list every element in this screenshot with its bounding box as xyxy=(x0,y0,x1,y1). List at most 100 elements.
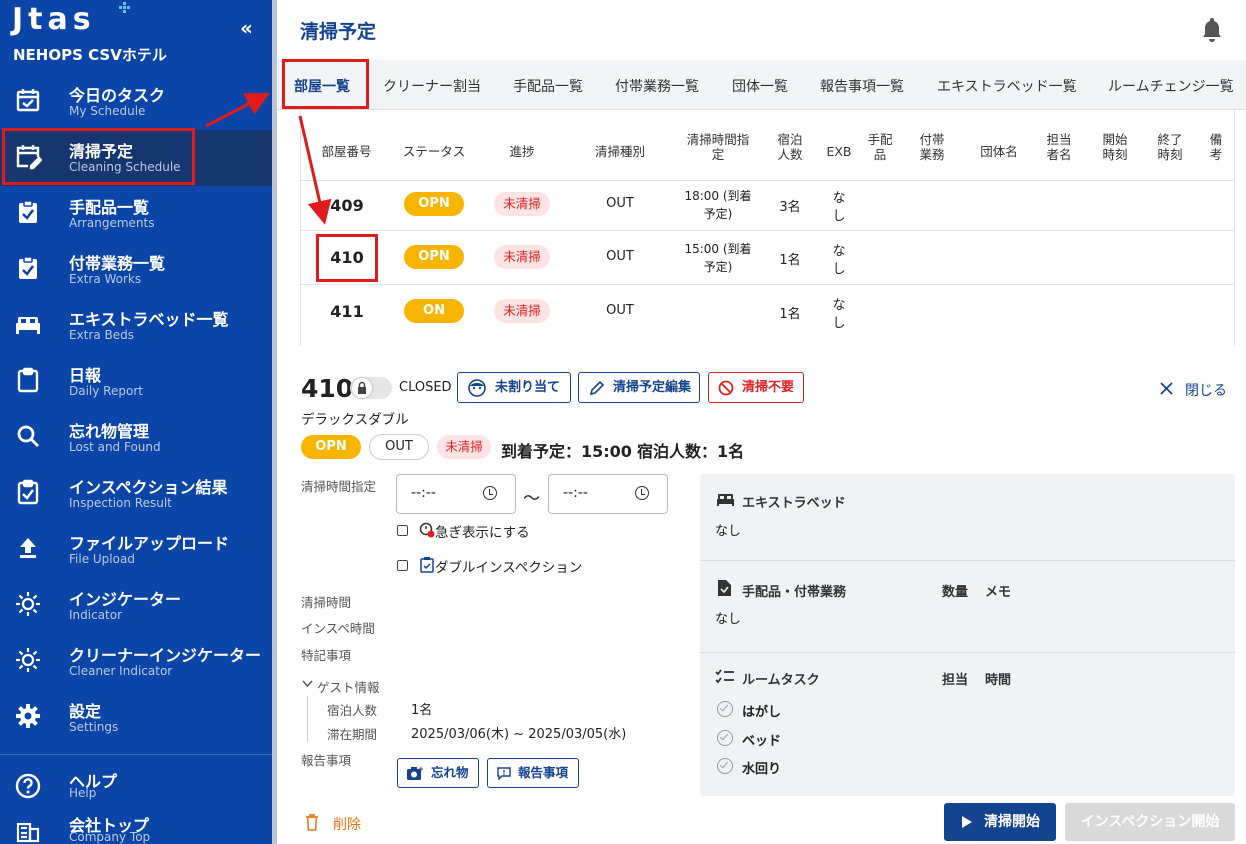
sidebar: Jtas NEHOPS CSVホテル « 今日のタスク My Schedule … xyxy=(0,0,272,844)
time-from-input[interactable]: --:-- xyxy=(396,474,516,514)
col-header: ステータス xyxy=(402,144,466,159)
time-to-input[interactable]: --:-- xyxy=(548,474,668,514)
collapse-sidebar-button[interactable]: « xyxy=(240,16,253,40)
sun-icon xyxy=(16,648,40,672)
tab-room-change[interactable]: ルームチェンジ一覧 xyxy=(1108,76,1234,96)
task-list-icon xyxy=(715,669,734,684)
table-row[interactable]: 411 ON 未清掃 OUT 1名 な し xyxy=(301,284,1234,338)
task-check-icon[interactable] xyxy=(717,701,733,717)
col-header: 清掃時間指定 xyxy=(686,132,750,162)
nav-inspection-result[interactable]: インスペクション結果 Inspection Result xyxy=(0,466,272,522)
tab-cleaner-assign[interactable]: クリーナー割当 xyxy=(383,76,481,96)
no-cleaning-label: 清掃不要 xyxy=(742,380,795,395)
clean-type: OUT xyxy=(606,196,634,211)
report-label: 報告事項 xyxy=(518,765,569,780)
table-row[interactable]: 409 OPN 未清掃 OUT 18:00 (到着 予定) 3名 な し xyxy=(301,180,1234,234)
task-assignee-header: 担当 xyxy=(942,673,969,688)
tab-reports[interactable]: 報告事項一覧 xyxy=(820,76,904,96)
building-icon xyxy=(16,822,40,843)
arrangements-title: 手配品・付帯業務 xyxy=(742,585,847,600)
guest-info-toggle[interactable]: ゲスト情報 xyxy=(317,677,380,696)
lock-toggle[interactable] xyxy=(350,377,392,399)
upload-icon xyxy=(20,538,36,558)
clipboard-check-icon xyxy=(19,256,37,279)
nav-indicator[interactable]: インジケーター Indicator xyxy=(0,578,272,634)
guest-count: 3名 xyxy=(779,200,801,215)
nav-label: 今日のタスク xyxy=(69,86,166,105)
lost-item-label: 忘れ物 xyxy=(431,765,469,780)
time-range-tilde: 〜 xyxy=(523,489,540,509)
guest-count-label: 宿泊人数 xyxy=(327,703,378,718)
unassigned-button[interactable]: 未割り当て xyxy=(457,372,571,403)
status-badge: OPN xyxy=(404,192,464,216)
clock-icon xyxy=(635,486,649,500)
col-header: 担当者名 xyxy=(1046,132,1072,162)
gear-icon xyxy=(16,704,40,728)
nav-cleaner-indicator[interactable]: クリーナーインジケーター Cleaner Indicator xyxy=(0,634,272,690)
nav-sublabel: Extra Beds xyxy=(69,328,134,342)
nav-company-top[interactable]: 会社トップ Company Top xyxy=(0,804,272,844)
nav-label: インジケーター xyxy=(69,590,182,609)
start-inspection-button[interactable]: インスペクション開始 xyxy=(1065,803,1235,841)
nav-daily-report[interactable]: 日報 Daily Report xyxy=(0,354,272,410)
logo-dots-icon xyxy=(119,2,130,13)
sidebar-scrollbar[interactable] xyxy=(272,0,277,844)
nav-extra-works[interactable]: 付帯業務一覧 Extra Works xyxy=(0,242,272,298)
col-header: 手配品 xyxy=(867,132,893,162)
status-badge: OPN xyxy=(404,245,464,269)
edit-schedule-button[interactable]: 清掃予定編集 xyxy=(578,372,700,403)
clock-icon xyxy=(483,486,497,500)
annotation-box-tab xyxy=(282,59,369,109)
time-spec-line1: 18:00 (到着 xyxy=(684,189,752,203)
clean-type: OUT xyxy=(606,303,634,318)
double-inspection-label: ダブルインスペクション xyxy=(435,560,583,576)
clean-time-label: 清掃時間 xyxy=(301,595,352,610)
room-table: 部屋番号 ステータス 進捗 清掃種別 清掃時間指定 宿泊人数 EXB 手配品 付… xyxy=(300,110,1235,346)
nav-extra-beds[interactable]: エキストラベッド一覧 Extra Beds xyxy=(0,298,272,354)
task-item: 水回り xyxy=(742,762,782,777)
nav-arrangements[interactable]: 手配品一覧 Arrangements xyxy=(0,186,272,242)
urgent-label: 急ぎ表示にする xyxy=(435,525,530,541)
exb-line2: し xyxy=(832,209,846,224)
task-check-icon[interactable] xyxy=(717,730,733,746)
annotation-box-room xyxy=(316,234,378,282)
col-header: 開始時刻 xyxy=(1102,132,1128,162)
bell-icon[interactable] xyxy=(1200,16,1224,42)
col-header: 清掃種別 xyxy=(594,144,645,159)
time-from-value: --:-- xyxy=(411,485,436,501)
start-cleaning-button[interactable]: 清掃開始 xyxy=(944,803,1056,841)
double-inspection-checkbox[interactable] xyxy=(397,560,408,571)
extra-bed-title: エキストラベッド xyxy=(742,496,846,511)
pencil-icon xyxy=(589,380,605,396)
nav-sublabel: Settings xyxy=(69,720,119,734)
nav-sublabel: Arrangements xyxy=(69,216,155,230)
trash-icon xyxy=(306,814,318,831)
tab-arrangements[interactable]: 手配品一覧 xyxy=(513,76,583,96)
tab-extra-works[interactable]: 付帯業務一覧 xyxy=(615,76,699,96)
play-icon xyxy=(962,816,972,828)
block-icon xyxy=(718,380,734,396)
nav-file-upload[interactable]: ファイルアップロード File Upload xyxy=(0,522,272,578)
no-cleaning-button[interactable]: 清掃不要 xyxy=(708,372,804,403)
face-icon xyxy=(468,379,486,397)
svg-text:+: + xyxy=(418,765,423,773)
nav-sublabel: Lost and Found xyxy=(69,440,161,454)
urgent-checkbox[interactable] xyxy=(397,525,408,536)
room-number: 409 xyxy=(330,196,364,215)
edit-schedule-label: 清掃予定編集 xyxy=(613,380,692,395)
tab-extra-beds[interactable]: エキストラベッド一覧 xyxy=(937,76,1077,96)
arrangements-qty-header: 数量 xyxy=(942,585,969,600)
nav-lost-and-found[interactable]: 忘れ物管理 Lost and Found xyxy=(0,410,272,466)
col-header: 付帯業務 xyxy=(919,132,945,162)
report-button[interactable]: 報告事項 xyxy=(487,758,579,788)
chevron-down-icon[interactable] xyxy=(302,680,313,688)
nav-my-schedule[interactable]: 今日のタスク My Schedule xyxy=(0,74,272,130)
room-number: 411 xyxy=(330,302,364,321)
task-check-icon[interactable] xyxy=(717,758,733,774)
table-row[interactable]: 410 OPN 未清掃 OUT 15:00 (到着 予定) 1名 な し xyxy=(301,230,1234,284)
close-label: 閉じる xyxy=(1185,383,1227,399)
lost-item-button[interactable]: + 忘れ物 xyxy=(397,758,479,788)
tab-groups[interactable]: 団体一覧 xyxy=(732,76,788,96)
status-badge: ON xyxy=(404,299,464,323)
nav-settings[interactable]: 設定 Settings xyxy=(0,690,272,746)
